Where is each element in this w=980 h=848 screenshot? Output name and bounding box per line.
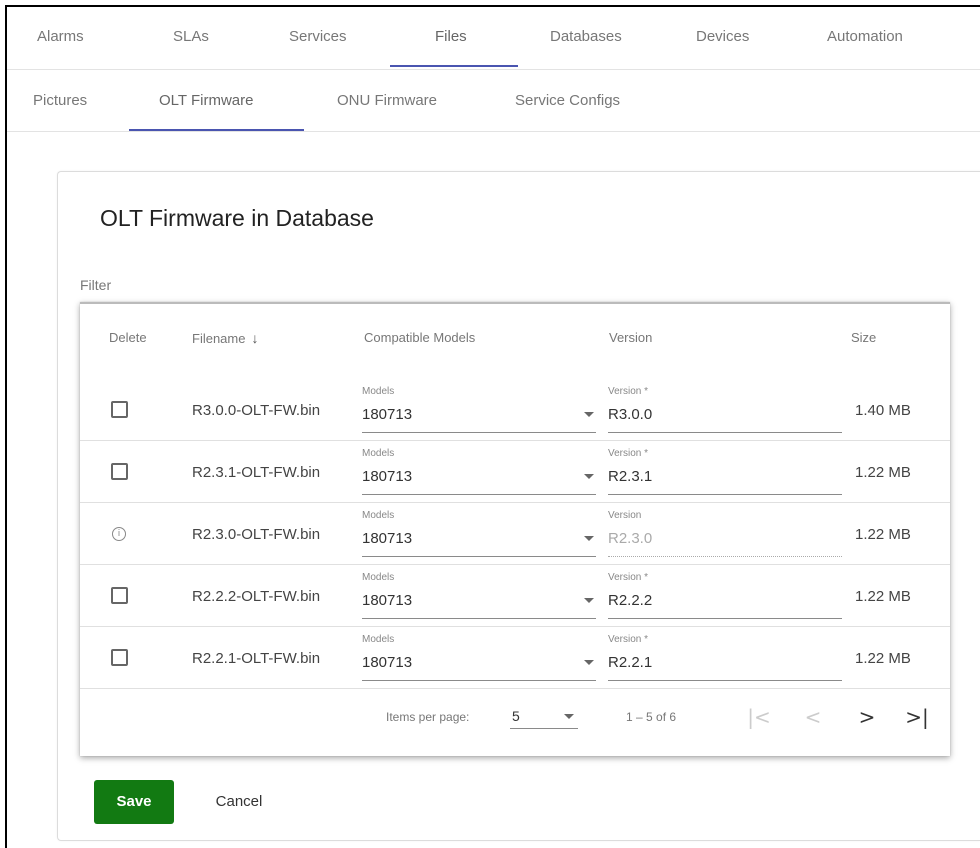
tab-slas[interactable]: SLAs — [173, 28, 209, 45]
version-value: R2.3.1 — [608, 468, 653, 485]
models-value: 180713 — [362, 654, 413, 671]
version-value: R2.2.1 — [608, 654, 653, 671]
filter-label[interactable]: Filter — [80, 277, 111, 293]
version-label: Version * — [608, 386, 649, 397]
tab-pictures[interactable]: Pictures — [33, 92, 87, 109]
tab-files[interactable]: Files — [435, 28, 467, 45]
top-tab-active-indicator — [390, 65, 518, 67]
filename-cell: R2.3.1-OLT-FW.bin — [192, 464, 321, 481]
tab-databases[interactable]: Databases — [550, 28, 622, 45]
arrow-down-icon: ↓ — [251, 330, 259, 346]
last-page-button[interactable]: >| — [902, 702, 932, 732]
version-input[interactable]: Version * R3.0.0 — [608, 386, 842, 433]
delete-checkbox[interactable] — [111, 587, 128, 604]
sub-tab-active-indicator — [129, 129, 304, 131]
header-version: Version — [609, 330, 653, 345]
version-label: Version * — [608, 448, 649, 459]
tab-onu-firmware[interactable]: ONU Firmware — [337, 92, 437, 109]
first-page-icon: |< — [747, 705, 771, 729]
app-frame: Alarms SLAs Services Files Databases Dev… — [5, 5, 980, 848]
table-row: i R2.3.0-OLT-FW.bin Models 180713 Versio… — [80, 502, 950, 565]
version-label: Version * — [608, 572, 649, 583]
delete-checkbox[interactable] — [111, 401, 128, 418]
last-page-icon: >| — [905, 705, 929, 729]
version-input[interactable]: Version * R2.2.2 — [608, 572, 842, 619]
version-input[interactable]: Version * R2.2.1 — [608, 634, 842, 681]
version-label: Version — [608, 510, 642, 521]
header-filename-label: Filename — [192, 331, 246, 346]
models-value: 180713 — [362, 406, 413, 423]
size-cell: 1.22 MB — [855, 526, 911, 543]
filename-cell: R2.3.0-OLT-FW.bin — [192, 526, 321, 543]
paginator: Items per page: 5 1 – 5 of 6 |< < > >| — [80, 686, 950, 756]
models-select[interactable]: Models 180713 — [362, 510, 596, 557]
cancel-button[interactable]: Cancel — [194, 780, 284, 824]
models-select[interactable]: Models 180713 — [362, 634, 596, 681]
filename-cell: R3.0.0-OLT-FW.bin — [192, 402, 321, 419]
dropdown-arrow-icon — [564, 714, 574, 719]
table-row: R3.0.0-OLT-FW.bin Models 180713 Version … — [80, 378, 950, 441]
version-value: R2.3.0 — [608, 530, 653, 547]
delete-checkbox[interactable] — [111, 649, 128, 666]
delete-checkbox[interactable] — [111, 463, 128, 480]
tab-automation[interactable]: Automation — [827, 28, 903, 45]
save-button[interactable]: Save — [94, 780, 174, 824]
version-label: Version * — [608, 634, 649, 645]
version-value: R3.0.0 — [608, 406, 653, 423]
filename-cell: R2.2.2-OLT-FW.bin — [192, 588, 321, 605]
header-delete: Delete — [109, 330, 147, 345]
header-size: Size — [851, 330, 877, 345]
models-label: Models — [362, 510, 395, 521]
firmware-table: Delete Filename ↓ Compatible Models Versi… — [80, 302, 950, 756]
header-models: Compatible Models — [364, 330, 476, 345]
top-nav-tabs: Alarms SLAs Services Files Databases Dev… — [7, 7, 980, 70]
table-row: R2.3.1-OLT-FW.bin Models 180713 Version … — [80, 440, 950, 503]
dropdown-arrow-icon — [584, 536, 594, 541]
first-page-button[interactable]: |< — [744, 702, 774, 732]
tab-olt-firmware[interactable]: OLT Firmware — [159, 92, 253, 109]
previous-page-icon: < — [804, 705, 822, 729]
previous-page-button[interactable]: < — [798, 702, 828, 732]
next-page-button[interactable]: > — [852, 702, 882, 732]
models-select[interactable]: Models 180713 — [362, 448, 596, 495]
dropdown-arrow-icon — [584, 598, 594, 603]
items-per-page-label: Items per page: — [386, 710, 470, 724]
size-cell: 1.40 MB — [855, 402, 911, 419]
sub-nav-tabs: Pictures OLT Firmware ONU Firmware Servi… — [7, 69, 980, 132]
next-page-icon: > — [858, 705, 876, 729]
version-value: R2.2.2 — [608, 592, 653, 609]
dropdown-arrow-icon — [584, 660, 594, 665]
models-value: 180713 — [362, 468, 413, 485]
models-value: 180713 — [362, 530, 413, 547]
models-select[interactable]: Models 180713 — [362, 572, 596, 619]
table-row: R2.2.2-OLT-FW.bin Models 180713 Version … — [80, 564, 950, 627]
filename-cell: R2.2.1-OLT-FW.bin — [192, 650, 321, 667]
table-row: R2.2.1-OLT-FW.bin Models 180713 Version … — [80, 626, 950, 689]
tab-alarms[interactable]: Alarms — [37, 28, 84, 45]
card-title: OLT Firmware in Database — [100, 205, 374, 231]
header-filename[interactable]: Filename ↓ — [192, 330, 258, 346]
items-per-page-value: 5 — [512, 708, 520, 724]
models-label: Models — [362, 386, 395, 397]
tab-services[interactable]: Services — [289, 28, 347, 45]
models-label: Models — [362, 634, 395, 645]
tab-service-configs[interactable]: Service Configs — [515, 92, 620, 109]
dropdown-arrow-icon — [584, 412, 594, 417]
size-cell: 1.22 MB — [855, 650, 911, 667]
dropdown-arrow-icon — [584, 474, 594, 479]
range-label: 1 – 5 of 6 — [626, 710, 677, 724]
models-label: Models — [362, 572, 395, 583]
models-value: 180713 — [362, 592, 413, 609]
info-icon: i — [112, 527, 126, 541]
size-cell: 1.22 MB — [855, 588, 911, 605]
version-input[interactable]: Version * R2.3.1 — [608, 448, 842, 495]
size-cell: 1.22 MB — [855, 464, 911, 481]
version-input-disabled: Version R2.3.0 — [608, 510, 842, 557]
tab-devices[interactable]: Devices — [696, 28, 749, 45]
items-per-page-select[interactable]: 5 — [510, 704, 578, 729]
models-label: Models — [362, 448, 395, 459]
models-select[interactable]: Models 180713 — [362, 386, 596, 433]
firmware-card: OLT Firmware in Database Filter Delete F… — [57, 171, 980, 841]
